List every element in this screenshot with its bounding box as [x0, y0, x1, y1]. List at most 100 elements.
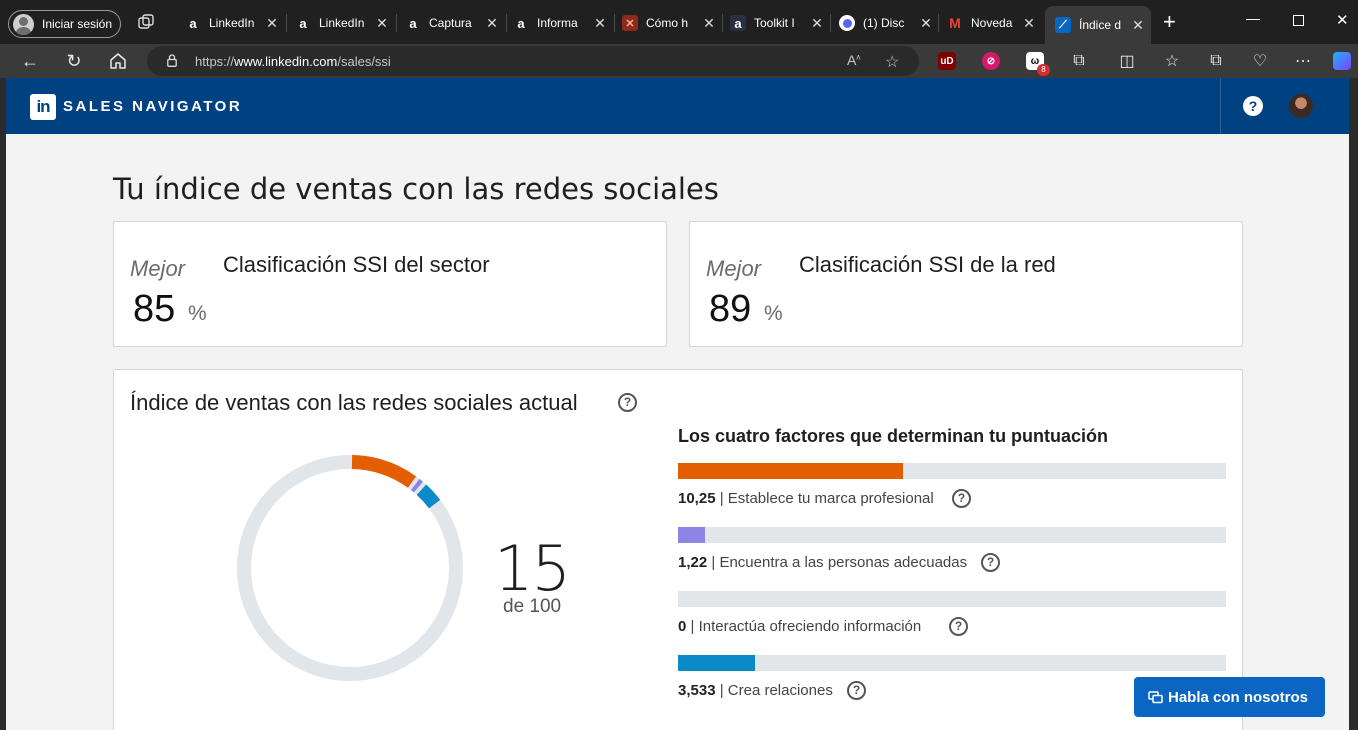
tab-linkedin-2[interactable]: a LinkedIn ✕ — [295, 8, 395, 38]
lock-icon[interactable] — [167, 54, 177, 67]
linkedin-logo-icon[interactable]: in — [30, 94, 56, 120]
factor-bar-brand — [678, 463, 1226, 479]
more-menu-icon[interactable]: ⋯ — [1292, 50, 1314, 72]
product-name[interactable]: SALES NAVIGATOR — [63, 98, 242, 115]
factor-help-icon[interactable]: ? — [952, 489, 971, 508]
tab-close-icon[interactable]: ✕ — [702, 15, 716, 32]
tab-close-icon[interactable]: ✕ — [593, 15, 607, 32]
gmail-icon: M — [949, 15, 961, 31]
ublock-icon[interactable]: uD — [938, 52, 956, 70]
favorite-star-icon[interactable]: ☆ — [885, 52, 899, 72]
extensions-puzzle-icon[interactable]: ⧉ — [1068, 50, 1090, 72]
chat-button-label: Habla con nosotros — [1168, 688, 1309, 706]
rank-qualifier: Mejor — [130, 256, 186, 281]
chrome-icon — [839, 15, 855, 31]
factor-help-icon[interactable]: ? — [847, 681, 866, 700]
browser-toolbar: ← ↻ https://www.linkedin.com/sales/ssi A… — [0, 44, 1358, 78]
close-window-icon[interactable]: ✕ — [1336, 11, 1349, 29]
ssi-help-icon[interactable]: ? — [618, 393, 637, 412]
factor-label: | Crea relaciones — [719, 682, 833, 699]
rank-value: 89 — [709, 288, 752, 330]
tab-linkedin-1[interactable]: a LinkedIn ✕ — [185, 8, 285, 38]
tab-close-icon[interactable]: ✕ — [919, 15, 933, 32]
tab-captura[interactable]: a Captura ✕ — [405, 8, 505, 38]
tab-title: (1) Disc — [863, 16, 905, 30]
factor-label: | Establece tu marca profesional — [719, 490, 934, 507]
ssi-card: Índice de ventas con las redes sociales … — [113, 369, 1243, 730]
factor-value: 0 — [678, 618, 687, 635]
read-aloud-icon[interactable]: Aʌ — [847, 52, 860, 68]
split-screen-icon[interactable]: ◫ — [1116, 50, 1138, 72]
tab-title: LinkedIn — [319, 16, 365, 30]
factor-relationships: 3,533 | Crea relaciones — [678, 682, 833, 699]
tab-close-icon[interactable]: ✕ — [1022, 15, 1036, 32]
network-rank-card: Mejor Clasificación SSI de la red 89 % — [689, 221, 1243, 347]
factor-brand: 10,25 | Establece tu marca profesional — [678, 490, 934, 507]
profile-avatar-icon — [13, 13, 34, 35]
tab-novedades[interactable]: M Noveda ✕ — [947, 8, 1042, 38]
ssi-donut-chart — [237, 455, 463, 681]
factor-label: | Encuentra a las personas adecuadas — [711, 554, 968, 571]
factor-bar-insights — [678, 591, 1226, 607]
donut-segment-3 — [416, 484, 441, 509]
maximize-icon[interactable] — [1293, 15, 1304, 26]
tab-title: Noveda — [971, 16, 1013, 30]
url-text[interactable]: https://www.linkedin.com/sales/ssi — [195, 54, 391, 69]
new-tab-plus-icon[interactable]: + — [1163, 11, 1176, 33]
help-icon[interactable]: ? — [1243, 96, 1263, 116]
ssi-score: 15 — [494, 532, 571, 605]
tab-discord[interactable]: (1) Disc ✕ — [839, 8, 939, 38]
tab-title: Cómo h — [646, 16, 689, 30]
tab-title: Informa — [537, 16, 578, 30]
compass-icon: ⟋ — [1055, 17, 1071, 33]
block-extension-icon[interactable]: ⊘ — [982, 52, 1000, 70]
tab-close-icon[interactable]: ✕ — [485, 15, 499, 32]
factor-help-icon[interactable]: ? — [949, 617, 968, 636]
refresh-icon[interactable]: ↻ — [63, 50, 85, 72]
back-arrow-icon[interactable]: ← — [19, 50, 41, 72]
workspaces-icon[interactable] — [138, 14, 154, 30]
chat-icon — [1148, 690, 1163, 703]
tab-title: Índice d — [1079, 18, 1122, 32]
tab-como[interactable]: ✕ Cómo h ✕ — [622, 8, 722, 38]
profile-button[interactable]: Iniciar sesión — [8, 10, 121, 38]
favorites-icon[interactable]: ☆ — [1161, 50, 1183, 72]
factor-value: 3,533 — [678, 682, 716, 699]
tab-toolkit[interactable]: a Toolkit I ✕ — [730, 8, 830, 38]
rank-label: Clasificación SSI del sector — [223, 252, 490, 277]
page-title: Tu índice de ventas con las redes social… — [113, 172, 719, 206]
sales-navigator-header: in SALES NAVIGATOR ? — [6, 78, 1349, 134]
tab-title: LinkedIn — [209, 16, 255, 30]
page-scrollbar[interactable] — [1349, 78, 1358, 730]
tab-close-icon[interactable]: ✕ — [810, 15, 824, 32]
a-icon: a — [299, 15, 307, 31]
browser-tabstrip: Iniciar sesión a LinkedIn ✕ a LinkedIn ✕… — [0, 0, 1358, 44]
factor-insights: 0 | Interactúa ofreciendo información — [678, 618, 921, 635]
page-content: in SALES NAVIGATOR ? Tu índice de ventas… — [6, 78, 1349, 730]
factor-help-icon[interactable]: ? — [981, 553, 1000, 572]
address-bar[interactable]: https://www.linkedin.com/sales/ssi Aʌ ☆ — [147, 46, 919, 76]
extension-badge: 8 — [1037, 64, 1050, 76]
user-avatar[interactable] — [1289, 94, 1313, 118]
tab-close-icon[interactable]: ✕ — [1131, 17, 1145, 34]
tab-close-icon[interactable]: ✕ — [265, 15, 279, 32]
ssi-title: Índice de ventas con las redes sociales … — [130, 390, 578, 415]
a-icon: a — [409, 15, 417, 31]
minimize-icon[interactable]: — — [1246, 10, 1260, 26]
tab-informa[interactable]: a Informa ✕ — [513, 8, 613, 38]
collections-icon[interactable]: ⧉ — [1205, 50, 1227, 72]
home-icon[interactable] — [107, 50, 129, 72]
copilot-icon[interactable] — [1333, 52, 1351, 70]
browser-essentials-icon[interactable]: ♡ — [1249, 50, 1271, 72]
donut-segment-0 — [351, 455, 417, 488]
factor-value: 10,25 — [678, 490, 716, 507]
tab-close-icon[interactable]: ✕ — [375, 15, 389, 32]
rank-unit: % — [188, 302, 207, 325]
ssi-score-of: de 100 — [503, 596, 562, 617]
factor-bar-fill — [678, 527, 705, 543]
factor-bar-people — [678, 527, 1226, 543]
profile-label: Iniciar sesión — [42, 17, 113, 31]
tab-indice-active[interactable]: ⟋ Índice d ✕ — [1045, 6, 1151, 44]
chat-with-us-button[interactable]: Habla con nosotros — [1134, 677, 1325, 717]
x-icon: ✕ — [622, 15, 638, 31]
